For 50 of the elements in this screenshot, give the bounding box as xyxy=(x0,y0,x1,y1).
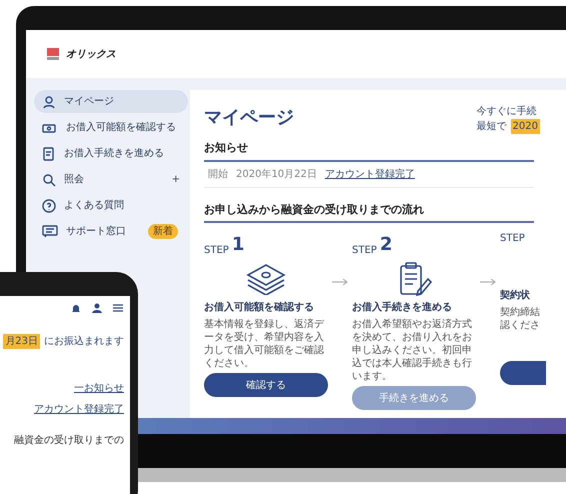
step-description: 認くださ xyxy=(500,319,541,332)
step-button[interactable] xyxy=(500,361,546,385)
money-stack-icon xyxy=(244,261,288,297)
search-icon xyxy=(42,172,56,186)
step-description: お借入希望額やお返済方式を決めて、お借り入れをお申し込みください。初回申込では本人確認手続きも行います。 xyxy=(352,318,473,383)
person-icon xyxy=(91,302,103,314)
plus-icon: + xyxy=(172,172,180,187)
logo-text: オリックス xyxy=(66,48,116,62)
sidebar-item[interactable]: お借入可能額を確認する xyxy=(34,116,188,139)
bell-icon xyxy=(70,302,82,314)
promo-text: 最短で xyxy=(476,120,507,134)
notice-tag: 開始 xyxy=(208,166,228,182)
chat-icon xyxy=(42,225,58,238)
promo-date: 月23日 xyxy=(3,334,40,349)
notice-date: 2020年10月22日 xyxy=(236,168,317,182)
step-label: STEP xyxy=(352,244,377,258)
notices-link[interactable]: 一お知らせ xyxy=(74,381,124,396)
document-icon xyxy=(42,146,56,160)
step-number: 2 xyxy=(380,233,392,257)
section-heading: 融資金の受け取りまでの xyxy=(14,434,124,448)
sidebar-item[interactable]: よくある質問 xyxy=(34,194,188,217)
arrow-icon xyxy=(480,279,496,285)
person-icon xyxy=(42,94,56,108)
sidebar-item[interactable]: お借入手続きを進める xyxy=(34,142,188,165)
step-title: 契約状 xyxy=(500,288,531,303)
notice-link[interactable]: アカウント登録完了 xyxy=(324,166,415,182)
sidebar-item[interactable]: 照会 + xyxy=(34,168,188,191)
step-label: STEP xyxy=(500,232,525,246)
section-heading: お知らせ xyxy=(204,140,534,162)
money-icon xyxy=(42,122,58,134)
new-badge: 新着 xyxy=(148,224,178,239)
logo-icon xyxy=(46,47,60,61)
menu-icon xyxy=(112,302,124,314)
section-heading: お申し込みから融資金の受け取りまでの流れ xyxy=(204,202,534,223)
step-number: 1 xyxy=(232,233,244,257)
page-title: マイページ xyxy=(204,106,294,130)
promo-date: 2020 xyxy=(510,119,540,134)
promo-text: 今すぐに手続 xyxy=(476,104,538,119)
step-title: お借入可能額を確認する xyxy=(204,300,315,315)
step-description: 契約締結 xyxy=(500,306,541,319)
sidebar-item[interactable]: サポート窓口 新着 xyxy=(34,220,188,243)
step-label: STEP xyxy=(204,244,229,258)
step-button[interactable]: 確認する xyxy=(204,373,328,397)
step-description: 基本情報を登録し、返済データを受け、希望内容を入力して借入可能額をご確認ください。 xyxy=(204,318,326,370)
promo-text: にお振込まれます xyxy=(44,334,124,349)
sidebar-item[interactable]: マイページ xyxy=(34,90,188,113)
notice-link[interactable]: アカウント登録完了 xyxy=(34,402,124,417)
arrow-icon xyxy=(332,279,348,285)
step-title: お借入手続きを進める xyxy=(352,300,453,315)
question-icon xyxy=(42,198,56,212)
